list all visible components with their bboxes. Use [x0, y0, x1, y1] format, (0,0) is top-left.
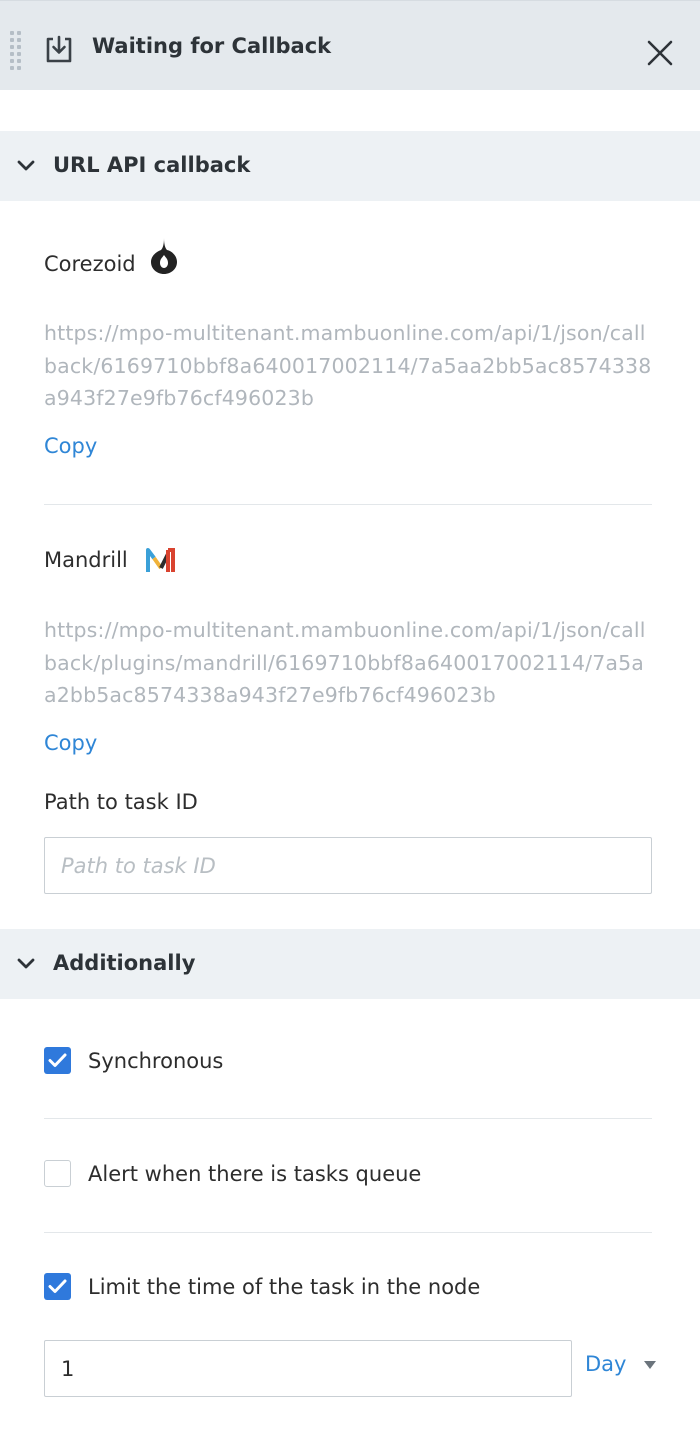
checkmark-icon — [48, 1279, 67, 1293]
corezoid-copy-link[interactable]: Copy — [44, 434, 97, 458]
checkmark-icon — [48, 1053, 67, 1067]
corezoid-label: Corezoid — [44, 252, 136, 276]
mandrill-logo-icon — [146, 548, 175, 572]
close-icon[interactable] — [646, 39, 674, 67]
panel-header: Waiting for Callback — [0, 0, 700, 90]
divider — [44, 1232, 652, 1233]
panel-title: Waiting for Callback — [92, 34, 332, 58]
mandrill-callback-url: https://mpo-multitenant.mambuonline.com/… — [44, 618, 646, 707]
drag-handle-icon[interactable] — [10, 31, 24, 73]
limit-time-checkbox[interactable] — [44, 1273, 71, 1300]
section-title: URL API callback — [53, 153, 251, 177]
section-additionally[interactable]: Additionally — [0, 929, 700, 999]
mandrill-copy-link[interactable]: Copy — [44, 731, 97, 755]
download-box-icon — [46, 35, 72, 63]
chevron-down-icon — [17, 160, 35, 171]
time-limit-input[interactable] — [44, 1340, 572, 1397]
alert-queue-label: Alert when there is tasks queue — [88, 1162, 422, 1186]
section-url-api-callback[interactable]: URL API callback — [0, 131, 700, 201]
corezoid-logo-icon — [151, 238, 177, 274]
divider — [44, 1118, 652, 1119]
synchronous-checkbox[interactable] — [44, 1047, 71, 1074]
mandrill-label: Mandrill — [44, 548, 128, 572]
section-title: Additionally — [53, 951, 196, 975]
path-to-task-id-input[interactable] — [44, 837, 652, 894]
divider — [44, 504, 652, 505]
path-to-task-id-label: Path to task ID — [44, 790, 198, 814]
corezoid-callback-url: https://mpo-multitenant.mambuonline.com/… — [44, 321, 652, 410]
caret-down-icon[interactable] — [643, 1360, 657, 1370]
chevron-down-icon — [17, 958, 35, 969]
time-unit-select[interactable]: Day — [585, 1352, 626, 1376]
limit-time-label: Limit the time of the task in the node — [88, 1275, 481, 1299]
alert-queue-checkbox[interactable] — [44, 1160, 71, 1187]
synchronous-label: Synchronous — [88, 1049, 224, 1073]
